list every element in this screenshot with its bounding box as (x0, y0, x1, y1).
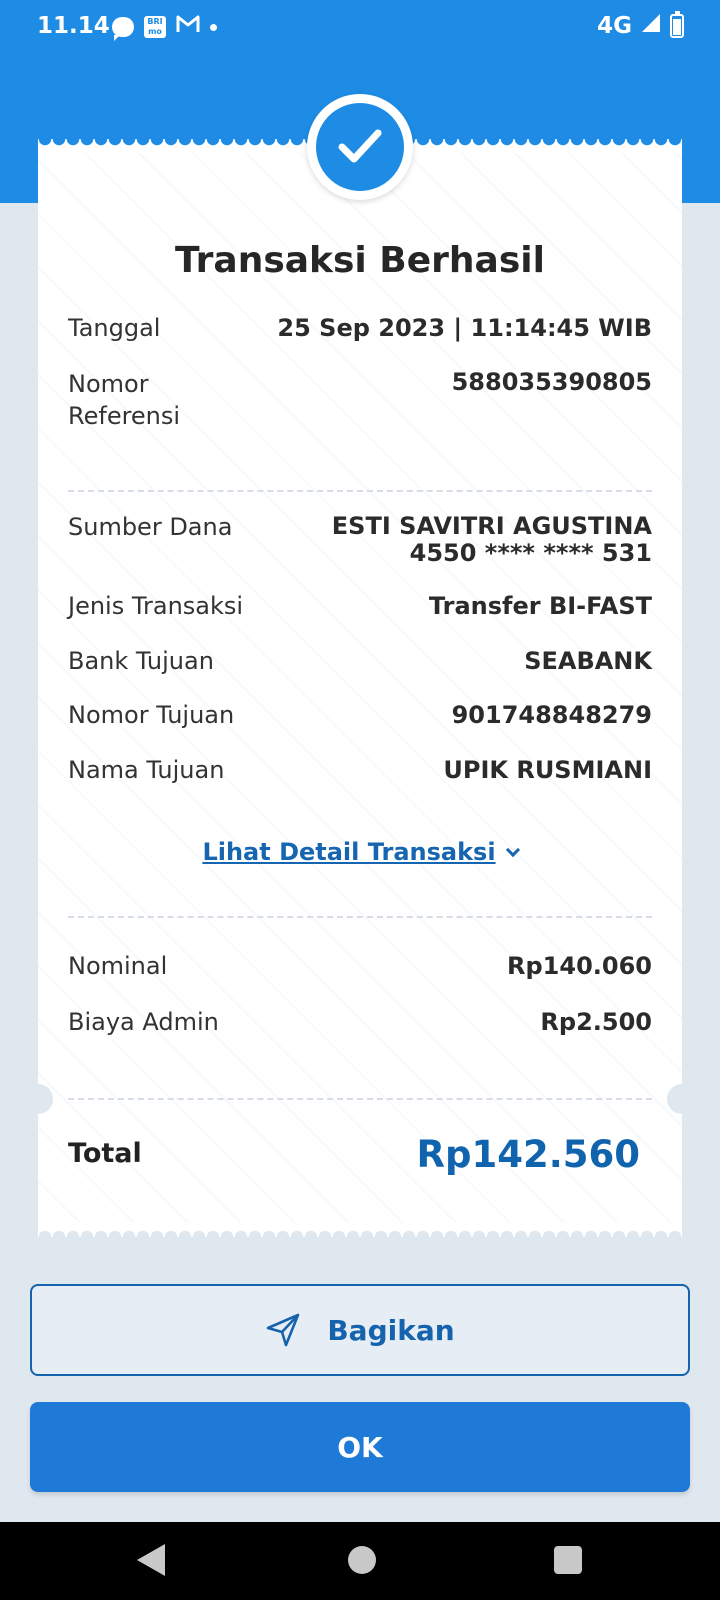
chat-bubble-icon (112, 17, 134, 41)
row-reference: Nomor Referensi 588035390805 (68, 368, 652, 432)
receipt-card (38, 146, 682, 1236)
back-icon[interactable] (137, 1544, 165, 1576)
status-bar: 11.14 BRI mo 4G (0, 0, 720, 52)
divider-1 (68, 490, 652, 492)
dest-name-value: UPIK RUSMIANI (443, 756, 652, 784)
signal-icon (640, 12, 662, 40)
success-badge (307, 94, 413, 200)
status-right: 4G (597, 11, 684, 40)
reference-value: 588035390805 (451, 368, 652, 396)
source-label: Sumber Dana (68, 513, 233, 541)
row-nominal: Nominal Rp140.060 (68, 952, 652, 980)
gmail-icon (176, 14, 200, 40)
row-dest-name: Nama Tujuan UPIK RUSMIANI (68, 756, 652, 784)
view-detail-label[interactable]: Lihat Detail Transaksi (202, 838, 495, 866)
row-type: Jenis Transaksi Transfer BI-FAST (68, 592, 652, 620)
type-value: Transfer BI-FAST (428, 592, 652, 620)
dot-icon (210, 23, 217, 31)
admin-fee-value: Rp2.500 (540, 1008, 652, 1036)
page-title: Transaksi Berhasil (175, 240, 545, 281)
dest-number-value: 901748848279 (451, 701, 652, 729)
battery-icon (670, 11, 684, 38)
network-type: 4G (597, 13, 632, 39)
type-label: Jenis Transaksi (68, 592, 244, 620)
home-icon[interactable] (348, 1546, 376, 1574)
ok-label[interactable]: OK (337, 1431, 383, 1464)
bank-value: SEABANK (524, 647, 652, 675)
row-dest-number: Nomor Tujuan 901748848279 (68, 701, 652, 729)
ok-button[interactable]: OK (30, 1402, 690, 1492)
receipt-notch-left (23, 1084, 53, 1114)
nominal-label: Nominal (68, 952, 168, 980)
receipt-notch-right (667, 1084, 697, 1114)
date-value: 25 Sep 2023 | 11:14:45 WIB (277, 314, 652, 342)
source-value: ESTI SAVITRI AGUSTINA 4550 **** **** 531 (332, 513, 652, 567)
total-value: Rp142.560 (416, 1133, 641, 1176)
row-date: Tanggal 25 Sep 2023 | 11:14:45 WIB (68, 314, 652, 342)
reference-label-line1: Nomor (68, 370, 149, 398)
source-account: 4550 **** **** 531 (409, 539, 652, 567)
checkmark-icon (316, 103, 404, 191)
nominal-value: Rp140.060 (507, 952, 652, 980)
send-icon (267, 1313, 300, 1347)
receipt-bottom-edge (38, 1223, 682, 1237)
total-label: Total (68, 1138, 142, 1169)
row-admin-fee: Biaya Admin Rp2.500 (68, 1008, 652, 1036)
dest-name-label: Nama Tujuan (68, 756, 225, 784)
bank-label: Bank Tujuan (68, 647, 214, 675)
notification-icons: BRI mo (112, 14, 217, 41)
divider-3 (68, 1098, 652, 1100)
source-name: ESTI SAVITRI AGUSTINA (331, 512, 652, 540)
date-label: Tanggal (68, 314, 161, 342)
row-bank: Bank Tujuan SEABANK (68, 647, 652, 675)
chevron-down-icon[interactable] (505, 842, 520, 858)
reference-label: Nomor Referensi (68, 368, 180, 432)
row-source: Sumber Dana ESTI SAVITRI AGUSTINA 4550 *… (68, 513, 652, 567)
divider-2 (68, 916, 652, 918)
share-button[interactable]: Bagikan (30, 1284, 690, 1376)
view-detail-link[interactable]: Lihat Detail Transaksi (0, 838, 720, 866)
admin-fee-label: Biaya Admin (68, 1008, 219, 1036)
recent-apps-icon[interactable] (554, 1546, 582, 1574)
dest-number-label: Nomor Tujuan (68, 701, 235, 729)
status-time: 11.14 (37, 13, 110, 39)
system-nav-bar (0, 1522, 720, 1600)
reference-label-line2: Referensi (68, 402, 181, 430)
share-label[interactable]: Bagikan (327, 1314, 454, 1347)
brimo-icon: BRI mo (144, 16, 166, 38)
